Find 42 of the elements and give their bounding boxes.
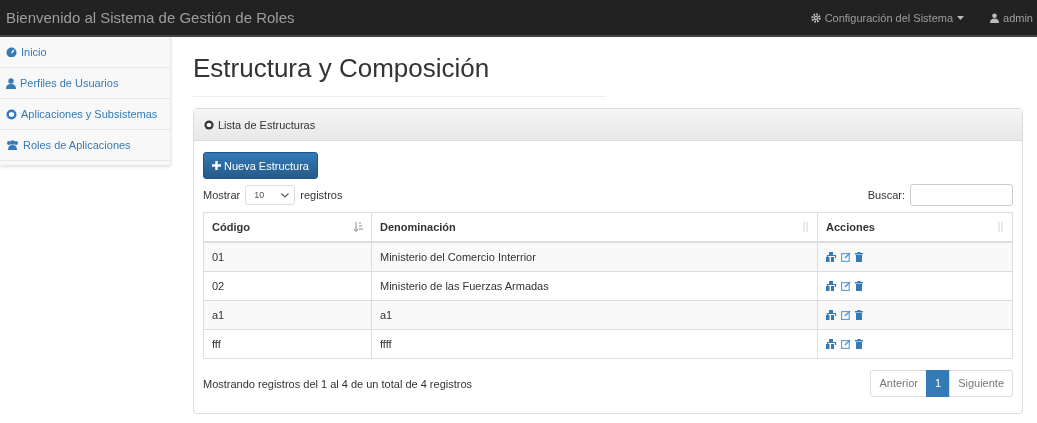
trash-icon[interactable] bbox=[855, 252, 863, 262]
sidebar-item[interactable]: Inicio bbox=[0, 37, 170, 68]
user-icon bbox=[990, 12, 1000, 23]
table-cell: fff bbox=[203, 329, 372, 359]
table-cell: a1 bbox=[203, 300, 372, 330]
nav-menu[interactable]: Configuración del Sistema bbox=[810, 11, 965, 24]
hierarchy-icon[interactable] bbox=[826, 252, 837, 262]
sidebar-item[interactable]: Perfiles de Usuarios bbox=[0, 68, 170, 99]
edit-icon[interactable] bbox=[841, 310, 851, 320]
trash-icon[interactable] bbox=[855, 310, 863, 320]
next-page-button[interactable]: Siguiente bbox=[949, 370, 1013, 397]
sidebar-item[interactable]: Aplicaciones y Subsistemas bbox=[0, 99, 170, 130]
search-label: Buscar: bbox=[867, 189, 905, 201]
table-cell: a1 bbox=[371, 300, 818, 330]
users-icon bbox=[6, 140, 19, 150]
nav-menu[interactable]: admin bbox=[990, 11, 1033, 24]
panel-title: Lista de Estructuras bbox=[218, 118, 316, 131]
hierarchy-icon[interactable] bbox=[826, 310, 837, 320]
search-field[interactable] bbox=[910, 184, 1013, 206]
page-size-select[interactable]: 10 bbox=[245, 185, 296, 205]
table-cell: 01 bbox=[203, 242, 372, 272]
page-title: Estructura y Composición bbox=[193, 53, 606, 97]
edit-icon[interactable] bbox=[841, 339, 851, 349]
table-cell: Ministerio del Comercio Interrior bbox=[371, 242, 818, 272]
length-label: registros bbox=[300, 189, 343, 201]
new-structure-button[interactable]: Nueva Estructura bbox=[203, 152, 318, 179]
trash-icon[interactable] bbox=[855, 339, 863, 349]
hierarchy-icon[interactable] bbox=[826, 281, 837, 291]
length-label: Mostrar bbox=[203, 189, 241, 201]
edit-icon[interactable] bbox=[841, 252, 851, 262]
user-icon bbox=[6, 77, 16, 89]
dashboard-icon bbox=[6, 47, 17, 57]
page-button[interactable]: 1 bbox=[926, 370, 951, 397]
plus-icon bbox=[212, 161, 221, 170]
chevron-icon bbox=[281, 192, 290, 198]
sidebar-item[interactable]: Roles de Aplicaciones bbox=[0, 130, 170, 161]
app-title: Bienvenido al Sistema de Gestión de Roles bbox=[5, 9, 295, 26]
edit-icon[interactable] bbox=[841, 281, 851, 291]
hierarchy-icon[interactable] bbox=[826, 339, 837, 349]
table-cell: ffff bbox=[371, 329, 818, 359]
table-info: Mostrando registros del 1 al 4 de un total de 4 registros bbox=[203, 377, 473, 390]
trash-icon[interactable] bbox=[855, 281, 863, 291]
